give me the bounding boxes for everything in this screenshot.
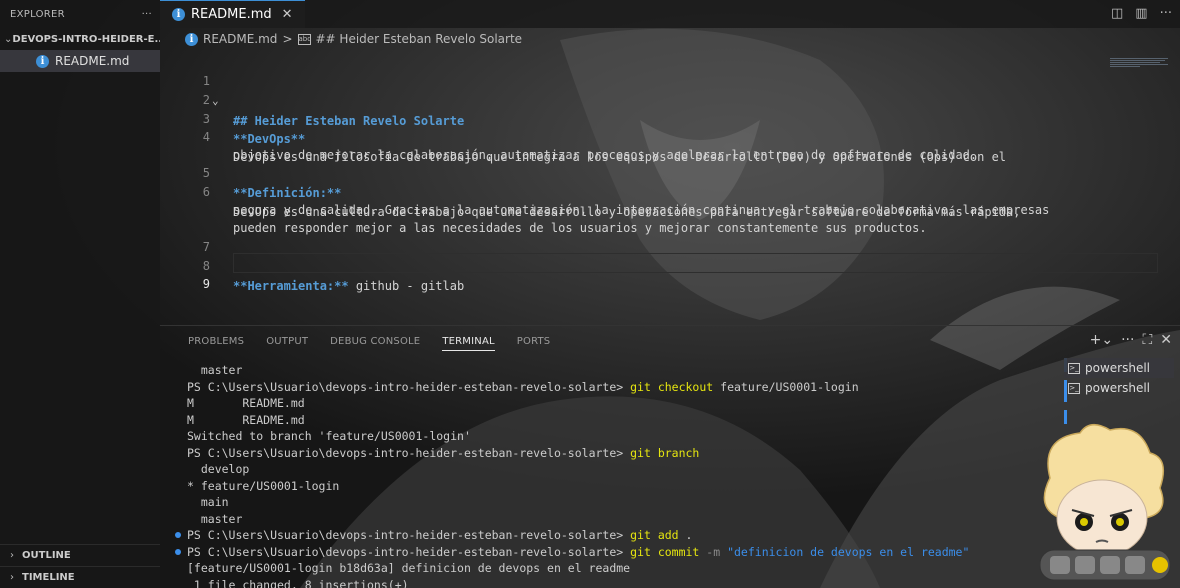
terminal-line: M README.md bbox=[187, 412, 305, 427]
terminal-line: PS C:\Users\Usuario\devops-intro-heider-… bbox=[187, 379, 1067, 396]
terminal-line: PS C:\Users\Usuario\devops-intro-heider-… bbox=[175, 527, 1067, 544]
file-label: README.md bbox=[55, 54, 130, 68]
string-symbol-icon: abc bbox=[297, 33, 312, 45]
markdown-info-icon: i bbox=[185, 32, 198, 46]
tab-terminal[interactable]: TERMINAL bbox=[442, 332, 495, 351]
terminal-line: Switched to branch 'feature/US0001-login… bbox=[187, 429, 471, 443]
terminal-command: git commit bbox=[630, 544, 700, 559]
tab-label: README.md bbox=[191, 7, 272, 22]
panel-tabs: PROBLEMS OUTPUT DEBUG CONSOLE TERMINAL P… bbox=[160, 326, 1180, 356]
ellipsis-icon[interactable]: ··· bbox=[142, 9, 152, 20]
tab-ports[interactable]: PORTS bbox=[517, 336, 551, 347]
maximize-icon[interactable]: ⛶ bbox=[1142, 332, 1152, 348]
terminal-command: git add bbox=[630, 528, 679, 542]
command-decoration-icon[interactable] bbox=[175, 548, 181, 555]
code-line: 5 **Definición:** bbox=[160, 143, 1160, 200]
terminal-prompt: PS C:\Users\Usuario\devops-intro-heider-… bbox=[187, 445, 624, 460]
anime-character-sticker bbox=[1039, 424, 1171, 581]
terminal-command: git checkout bbox=[630, 379, 714, 394]
tab-output[interactable]: OUTPUT bbox=[266, 336, 308, 347]
breadcrumb: i README.md > abc ## Heider Esteban Reve… bbox=[160, 28, 1180, 50]
timeline-label: TIMELINE bbox=[22, 572, 75, 583]
terminal-prompt: PS C:\Users\Usuario\devops-intro-heider-… bbox=[187, 544, 624, 559]
file-readme[interactable]: i README.md bbox=[0, 50, 160, 72]
terminal-item-label: powershell bbox=[1085, 361, 1150, 375]
chevron-right-icon: › bbox=[10, 550, 14, 561]
chevron-down-icon: ⌄ bbox=[4, 33, 13, 45]
code-text: github - gitlab bbox=[348, 279, 465, 293]
outline-label: OUTLINE bbox=[22, 550, 71, 561]
close-icon[interactable]: ✕ bbox=[282, 7, 293, 22]
breadcrumb-separator: > bbox=[282, 32, 293, 46]
terminal-line-current-branch: * feature/US0001-login bbox=[187, 478, 340, 493]
code-line: 9 bbox=[160, 254, 1160, 291]
terminal-arg: . bbox=[678, 528, 693, 542]
workspace-folder-label: DEVOPS-INTRO-HEIDER-E... bbox=[12, 33, 160, 45]
layout-icon[interactable]: ▥ bbox=[1135, 6, 1147, 21]
code-text-bold: **Herramienta:** bbox=[233, 279, 349, 293]
explorer-header: EXPLORER ··· bbox=[0, 0, 160, 28]
terminal-output[interactable]: master PS C:\Users\Usuario\devops-intro-… bbox=[175, 362, 1067, 588]
terminal-line: PS C:\Users\Usuario\devops-intro-heider-… bbox=[187, 445, 1067, 462]
code-line: 4 DevOps es una filosofía de trabajo que… bbox=[160, 107, 1160, 164]
command-decoration-icon[interactable] bbox=[175, 532, 181, 538]
editor-tabbar: i README.md ✕ ◫ ▥ ··· bbox=[160, 0, 1180, 28]
markdown-info-icon: i bbox=[36, 54, 49, 68]
more-actions-icon[interactable]: ··· bbox=[1160, 6, 1172, 21]
markdown-info-icon: i bbox=[172, 8, 185, 21]
terminal-command: git branch bbox=[630, 445, 700, 460]
explorer-sidebar: EXPLORER ··· ⌄ DEVOPS-INTRO-HEIDER-E... … bbox=[0, 0, 160, 588]
explorer-title: EXPLORER bbox=[10, 8, 65, 20]
code-line-wrap: objetivo de mejorar la colaboración, aut… bbox=[160, 125, 1160, 162]
terminal-line: [feature/US0001-login b18d63a] definicio… bbox=[187, 561, 631, 575]
terminal-item[interactable]: >_ powershell bbox=[1064, 378, 1174, 398]
chevron-right-icon: › bbox=[10, 572, 14, 583]
terminal-prompt: PS C:\Users\Usuario\devops-intro-heider-… bbox=[187, 528, 624, 542]
terminal-item-label: powershell bbox=[1085, 381, 1150, 395]
terminal-item[interactable]: >_ powershell bbox=[1064, 358, 1174, 378]
terminal-line: 1 file changed, 8 insertions(+) bbox=[187, 577, 409, 588]
terminal-string: "definicion de devops en el readme" bbox=[727, 544, 970, 559]
code-line: 2 bbox=[160, 70, 1160, 107]
outline-section[interactable]: › OUTLINE bbox=[0, 544, 160, 566]
terminal-line: develop bbox=[187, 462, 250, 476]
code-line: 3 **DevOps** bbox=[160, 89, 1160, 146]
code-line: 1 ⌄ ## Heider Esteban Revelo Solarte bbox=[160, 51, 1160, 128]
terminal-line: master bbox=[187, 363, 243, 377]
more-actions-icon[interactable]: ··· bbox=[1121, 332, 1134, 348]
terminal-flag: -m bbox=[699, 544, 728, 559]
breadcrumb-symbol[interactable]: ## Heider Esteban Revelo Solarte bbox=[316, 32, 523, 46]
line-number: 9 bbox=[202, 277, 210, 291]
code-editor[interactable]: 1 ⌄ ## Heider Esteban Revelo Solarte 2 3… bbox=[160, 50, 1180, 325]
terminal-icon: >_ bbox=[1068, 362, 1080, 374]
terminal-line: M README.md bbox=[187, 396, 305, 410]
tab-problems[interactable]: PROBLEMS bbox=[188, 336, 244, 347]
code-line: 7 bbox=[160, 217, 1160, 254]
terminal-prompt: PS C:\Users\Usuario\devops-intro-heider-… bbox=[187, 379, 624, 394]
code-line-wrap: segura y de calidad. Gracias a la automa… bbox=[160, 180, 1160, 217]
close-icon[interactable]: ✕ bbox=[1160, 332, 1172, 348]
new-terminal-icon[interactable]: +⌄ bbox=[1090, 332, 1113, 348]
terminal-arg: feature/US0001-login bbox=[713, 379, 859, 394]
terminal-list: >_ powershell >_ powershell bbox=[1064, 358, 1174, 398]
code-line-wrap: pueden responder mejor a las necesidades… bbox=[160, 198, 1160, 235]
split-editor-icon[interactable]: ◫ bbox=[1111, 6, 1123, 21]
tab-debug-console[interactable]: DEBUG CONSOLE bbox=[330, 336, 420, 347]
code-line: 6 DevOps es una cultura de trabajo que u… bbox=[160, 162, 1160, 219]
terminal-line: main bbox=[187, 495, 229, 509]
timeline-section[interactable]: › TIMELINE bbox=[0, 566, 160, 588]
terminal-icon: >_ bbox=[1068, 382, 1080, 394]
tab-readme[interactable]: i README.md ✕ bbox=[160, 0, 305, 28]
terminal-line: master bbox=[187, 511, 243, 526]
code-line: 8 **Herramienta:** github - gitlab bbox=[160, 236, 1160, 293]
breadcrumb-file[interactable]: README.md bbox=[203, 32, 277, 46]
workspace-folder[interactable]: ⌄ DEVOPS-INTRO-HEIDER-E... bbox=[0, 28, 160, 50]
terminal-line: PS C:\Users\Usuario\devops-intro-heider-… bbox=[175, 544, 1067, 561]
editor-actions: ◫ ▥ ··· bbox=[1111, 6, 1172, 21]
panel-actions: +⌄ ··· ⛶ ✕ bbox=[1090, 332, 1172, 348]
